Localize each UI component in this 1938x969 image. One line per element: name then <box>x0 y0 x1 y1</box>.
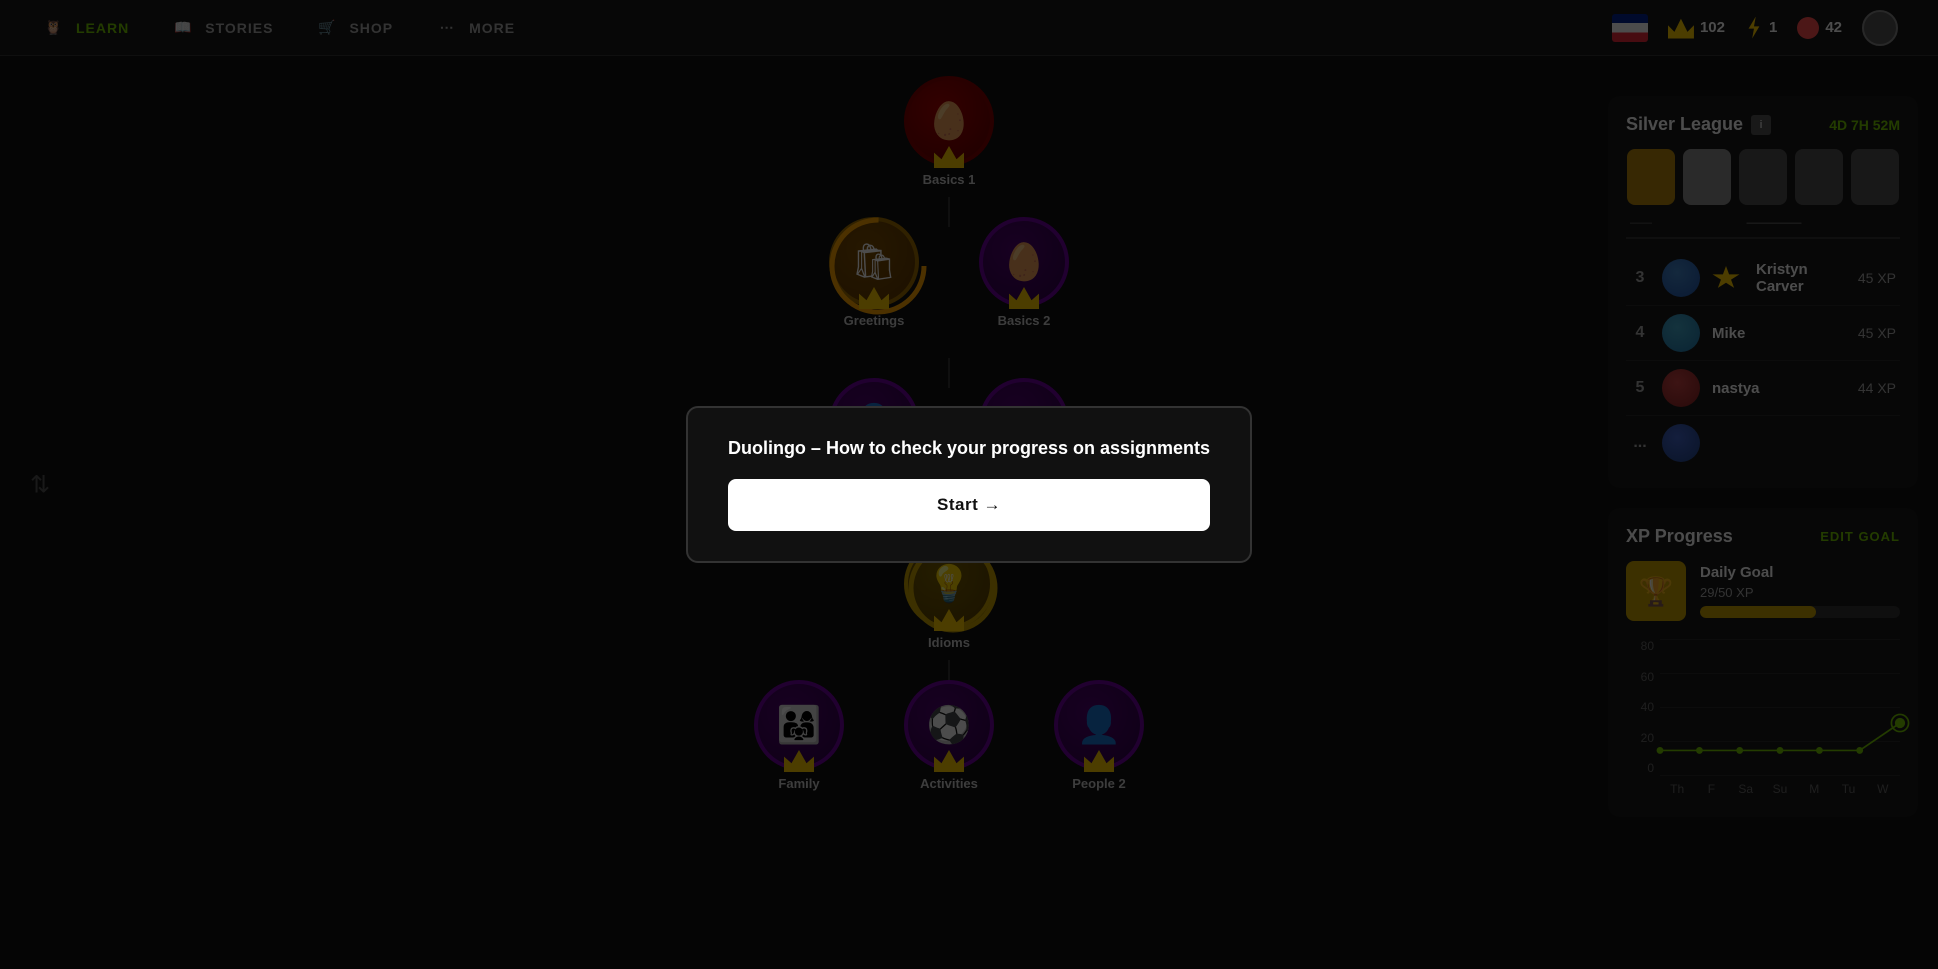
banner-title: Duolingo – How to check your progress on… <box>728 438 1210 459</box>
overlay-banner: Duolingo – How to check your progress on… <box>0 0 1938 969</box>
banner-start-button[interactable]: Start → <box>728 479 1210 531</box>
banner-box: Duolingo – How to check your progress on… <box>686 406 1252 563</box>
